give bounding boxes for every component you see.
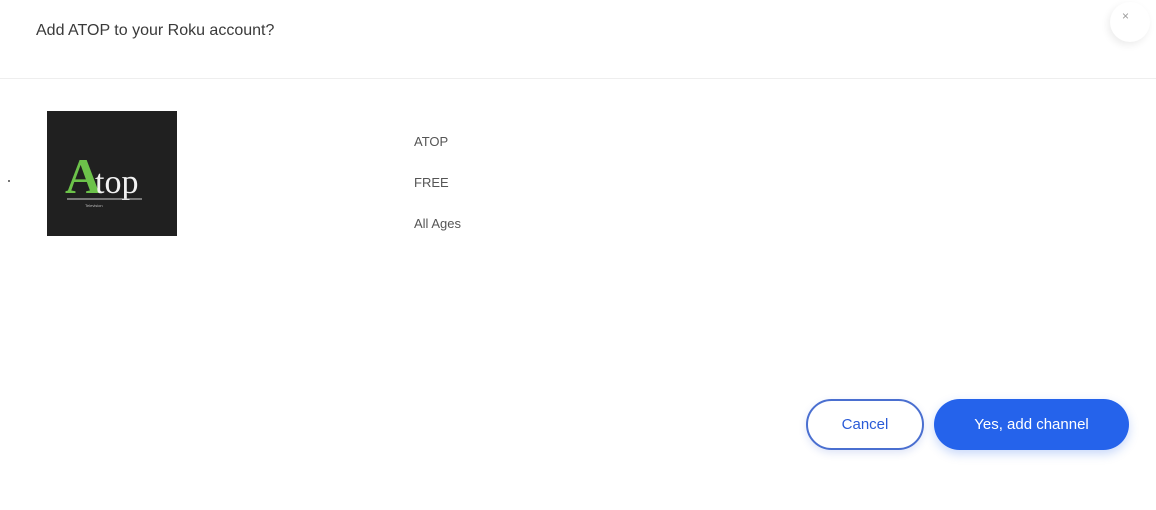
channel-logo: A top Television xyxy=(47,111,177,236)
logo-tagline: Television xyxy=(85,203,103,208)
channel-details: ATOP FREE All Ages xyxy=(414,134,461,257)
add-channel-dialog: Add ATOP to your Roku account? × A top T… xyxy=(0,0,1156,510)
dialog-title: Add ATOP to your Roku account? xyxy=(36,22,275,39)
close-icon[interactable]: × xyxy=(1122,9,1129,23)
close-button[interactable]: × xyxy=(1110,2,1150,42)
channel-rating: All Ages xyxy=(414,216,461,231)
logo-wordmark: top xyxy=(95,164,138,201)
add-channel-button[interactable]: Yes, add channel xyxy=(934,399,1129,450)
dialog-header: Add ATOP to your Roku account? × xyxy=(0,0,1156,79)
atop-logo-icon: A top Television xyxy=(65,148,142,208)
channel-price: FREE xyxy=(414,175,449,190)
stray-mark xyxy=(8,180,10,182)
channel-name: ATOP xyxy=(414,134,449,149)
cancel-button[interactable]: Cancel xyxy=(806,399,924,450)
